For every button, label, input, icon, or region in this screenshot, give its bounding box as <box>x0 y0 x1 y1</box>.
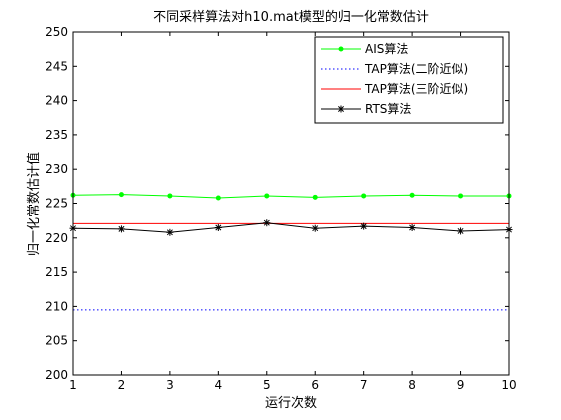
y-tick-label: 210 <box>45 299 68 313</box>
series-1-point <box>167 193 173 199</box>
y-tick-label: 245 <box>45 59 68 73</box>
series-1-point <box>312 194 318 200</box>
x-tick-label: 2 <box>118 378 126 392</box>
y-tick-label: 215 <box>45 265 68 279</box>
series-4-point <box>408 224 416 232</box>
series-1-point <box>409 192 415 198</box>
x-axis-label: 运行次数 <box>265 395 317 411</box>
series-1-point <box>215 195 221 201</box>
x-tick-label: 6 <box>311 378 319 392</box>
legend-label: AIS算法 <box>365 41 408 56</box>
x-tick-label: 5 <box>263 378 271 392</box>
chart-svg: 不同采样算法对h10.mat模型的归一化常数估计 1 2 3 4 5 6 7 8 9 10 200 2… <box>26 9 517 411</box>
x-tick-label: 10 <box>501 378 516 392</box>
series-4-point <box>117 225 125 233</box>
y-tick-label: 230 <box>45 162 68 176</box>
legend: AIS算法 TAP算法(二阶近似) TAP算法(三阶近似) RTS算法 <box>314 36 504 124</box>
series-4-point <box>166 228 174 236</box>
legend-marker <box>337 105 345 113</box>
series-1-point <box>264 193 270 199</box>
y-tick-label: 250 <box>45 25 68 39</box>
series-1-point <box>118 192 124 198</box>
legend-label: TAP算法(二阶近似) <box>364 61 468 76</box>
x-tick-label: 9 <box>457 378 465 392</box>
series-4-point <box>263 219 271 227</box>
series-4-point <box>311 224 319 232</box>
legend-label: TAP算法(三阶近似) <box>364 81 468 96</box>
x-tick-label: 1 <box>69 378 77 392</box>
x-tick-label: 3 <box>166 378 174 392</box>
y-tick-label: 240 <box>45 94 68 108</box>
chart-title: 不同采样算法对h10.mat模型的归一化常数估计 <box>153 9 429 25</box>
x-tick-label: 4 <box>215 378 223 392</box>
y-axis-label: 归一化常数估计值 <box>26 152 42 256</box>
x-tick-label: 8 <box>408 378 416 392</box>
y-tick-label: 220 <box>45 231 68 245</box>
x-tick-label: 7 <box>360 378 368 392</box>
series-1-point <box>361 193 367 199</box>
series-4-point <box>214 224 222 232</box>
series-1-point <box>458 193 464 199</box>
chart-figure: 不同采样算法对h10.mat模型的归一化常数估计 1 2 3 4 5 6 7 8 9 10 200 2… <box>0 0 561 420</box>
y-tick-label: 205 <box>45 334 68 348</box>
y-tick-label: 225 <box>45 197 68 211</box>
y-tick-label: 200 <box>45 368 68 382</box>
series-4-point <box>360 222 368 230</box>
y-tick-label: 235 <box>45 128 68 142</box>
series-4-point <box>457 227 465 235</box>
legend-label: RTS算法 <box>365 101 411 116</box>
legend-marker <box>338 46 344 52</box>
